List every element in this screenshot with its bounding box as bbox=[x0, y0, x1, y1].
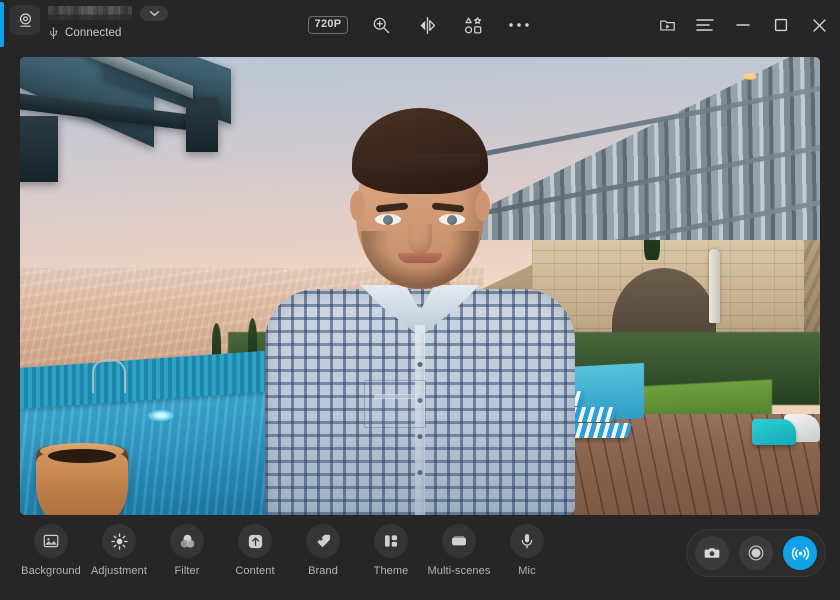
webcam-app-window: Connected 720P bbox=[0, 0, 840, 600]
tool-list: Background Adjustment bbox=[0, 515, 554, 577]
tool-label: Background bbox=[21, 565, 81, 577]
connection-status-text: Connected bbox=[65, 27, 122, 39]
terracotta-pot bbox=[36, 446, 128, 515]
tool-label: Brand bbox=[308, 565, 338, 577]
shirt-pocket bbox=[364, 380, 426, 428]
device-name-label bbox=[48, 6, 132, 20]
folder-play-icon[interactable] bbox=[652, 10, 682, 40]
mic-tool[interactable]: Mic bbox=[500, 524, 554, 577]
camera-preview[interactable] bbox=[20, 57, 820, 515]
teal-chair bbox=[752, 419, 796, 445]
chevron-down-icon[interactable] bbox=[140, 6, 168, 21]
tool-label: Adjustment bbox=[91, 565, 147, 577]
record-button[interactable] bbox=[739, 536, 773, 570]
pool-ladder bbox=[92, 359, 126, 393]
close-icon[interactable] bbox=[804, 10, 834, 40]
shirt bbox=[265, 289, 575, 515]
sun-icon bbox=[102, 524, 136, 558]
hair bbox=[352, 108, 488, 194]
multiscenes-tool[interactable]: Multi-scenes bbox=[432, 524, 486, 577]
accent-indicator bbox=[0, 2, 4, 47]
person-subject bbox=[255, 112, 585, 515]
scene-card-icon bbox=[442, 524, 476, 558]
content-tool[interactable]: Content bbox=[228, 524, 282, 577]
tool-label: Mic bbox=[518, 565, 535, 577]
hamburger-icon[interactable] bbox=[690, 10, 720, 40]
tool-label: Content bbox=[235, 565, 274, 577]
upload-arrow-icon bbox=[238, 524, 272, 558]
image-icon bbox=[34, 524, 68, 558]
preview-stage bbox=[0, 50, 840, 515]
tool-label: Theme bbox=[374, 565, 409, 577]
tag-icon bbox=[306, 524, 340, 558]
pool-light bbox=[148, 410, 174, 421]
window-controls bbox=[652, 0, 834, 50]
ellipsis-icon[interactable] bbox=[506, 12, 532, 38]
tool-label: Filter bbox=[174, 565, 199, 577]
layout-panels-icon bbox=[374, 524, 408, 558]
filter-tool[interactable]: Filter bbox=[160, 524, 214, 577]
resolution-badge[interactable]: 720P bbox=[308, 16, 349, 34]
maximize-icon[interactable] bbox=[766, 10, 796, 40]
minimize-icon[interactable] bbox=[728, 10, 758, 40]
action-buttons bbox=[686, 529, 826, 577]
top-bar: Connected 720P bbox=[0, 0, 840, 50]
zoom-in-icon[interactable] bbox=[368, 12, 394, 38]
flip-horizontal-icon[interactable] bbox=[414, 12, 440, 38]
connection-status: Connected bbox=[48, 25, 168, 41]
closed-umbrella bbox=[709, 249, 720, 323]
device-selector[interactable]: Connected bbox=[10, 3, 168, 47]
color-circles-icon bbox=[170, 524, 204, 558]
usb-icon bbox=[48, 27, 59, 40]
theme-tool[interactable]: Theme bbox=[364, 524, 418, 577]
webcam-icon[interactable] bbox=[10, 5, 40, 35]
shapes-icon[interactable] bbox=[460, 12, 486, 38]
tool-label: Multi-scenes bbox=[428, 565, 491, 577]
microphone-icon bbox=[510, 524, 544, 558]
brand-tool[interactable]: Brand bbox=[296, 524, 350, 577]
snapshot-button[interactable] bbox=[695, 536, 729, 570]
background-tool[interactable]: Background bbox=[24, 524, 78, 577]
live-stream-button[interactable] bbox=[783, 536, 817, 570]
adjustment-tool[interactable]: Adjustment bbox=[92, 524, 146, 577]
bottom-toolbar: Background Adjustment bbox=[0, 515, 840, 600]
